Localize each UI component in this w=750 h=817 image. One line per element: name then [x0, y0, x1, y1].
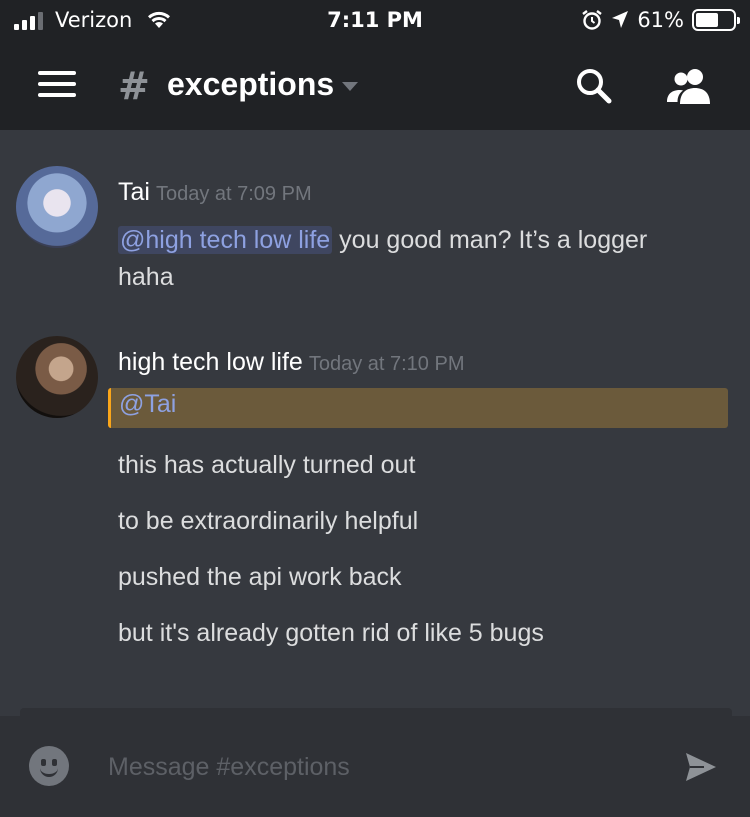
alarm-icon	[582, 10, 603, 30]
message-composer	[0, 716, 750, 817]
channel-header: # exceptions	[0, 44, 750, 130]
message-input[interactable]	[108, 748, 648, 786]
message-text: haha	[118, 263, 174, 291]
avatar[interactable]	[16, 336, 98, 418]
author-name[interactable]: Tai	[118, 178, 150, 206]
author-name[interactable]: high tech low life	[118, 348, 303, 376]
message-text: you good man? It’s a logger	[332, 226, 648, 254]
search-icon[interactable]	[574, 66, 614, 106]
mention-highlight: @Tai	[108, 388, 728, 428]
message-text: pushed the api work back	[118, 563, 402, 591]
message-text: this has actually turned out	[118, 451, 416, 479]
message-text: but it's already gotten rid of like 5 bu…	[118, 619, 544, 647]
battery-fill	[696, 13, 718, 27]
message-timestamp: Today at 7:09 PM	[155, 183, 312, 205]
message-text: to be extraordinarily helpful	[118, 507, 419, 535]
chevron-down-icon[interactable]	[342, 82, 358, 91]
emoji-icon[interactable]	[29, 746, 69, 786]
members-icon[interactable]	[664, 66, 714, 106]
message-author[interactable]: high tech low life Today at 7:10 PM	[118, 348, 464, 377]
send-icon[interactable]	[684, 750, 718, 784]
channel-hash-icon: #	[118, 64, 150, 108]
message-author[interactable]: Tai Today at 7:09 PM	[118, 178, 312, 207]
channel-title[interactable]: exceptions	[167, 66, 334, 103]
status-right: 61%	[581, 8, 740, 32]
message-timestamp: Today at 7:10 PM	[308, 353, 465, 375]
menu-icon[interactable]	[38, 71, 76, 101]
battery-percent: 61%	[637, 8, 684, 32]
user-mention[interactable]: @Tai	[119, 390, 176, 419]
divider	[20, 708, 732, 716]
message-list[interactable]: Tai Today at 7:09 PM @high tech low life …	[0, 130, 750, 715]
status-bar: Verizon 7:11 PM 61%	[0, 0, 750, 44]
user-mention[interactable]: @high tech low life	[118, 226, 333, 254]
battery-icon	[692, 9, 740, 31]
location-icon	[612, 11, 629, 28]
message-content: @high tech low life you good man? It’s a…	[118, 222, 647, 259]
avatar[interactable]	[16, 166, 98, 248]
